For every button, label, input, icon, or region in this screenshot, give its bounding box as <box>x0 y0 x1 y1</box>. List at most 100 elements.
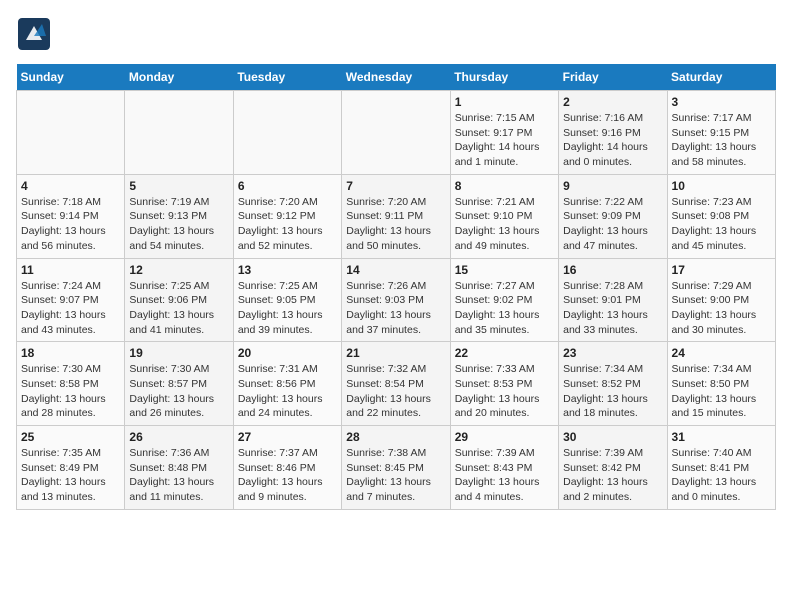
day-number: 29 <box>455 430 554 444</box>
calendar-cell: 12 Sunrise: 7:25 AM Sunset: 9:06 PM Dayli… <box>125 258 233 342</box>
day-info: Sunrise: 7:20 AM Sunset: 9:11 PM Dayligh… <box>346 195 445 254</box>
day-number: 2 <box>563 95 662 109</box>
calendar-table: SundayMondayTuesdayWednesdayThursdayFrid… <box>16 64 776 510</box>
calendar-cell: 5Sunrise: 7:19 AM Sunset: 9:13 PM Daylig… <box>125 174 233 258</box>
day-info: Sunrise: 7:25 AM Sunset: 9:06 PM Dayligh… <box>129 279 228 338</box>
day-info: Sunrise: 7:35 AM Sunset: 8:49 PM Dayligh… <box>21 446 120 505</box>
day-info: Sunrise: 7:28 AM Sunset: 9:01 PM Dayligh… <box>563 279 662 338</box>
calendar-cell: 25Sunrise: 7:35 AM Sunset: 8:49 PM Dayli… <box>17 426 125 510</box>
logo-icon <box>16 16 52 52</box>
week-row-5: 25Sunrise: 7:35 AM Sunset: 8:49 PM Dayli… <box>17 426 776 510</box>
calendar-cell: 7 Sunrise: 7:20 AM Sunset: 9:11 PM Daylig… <box>342 174 450 258</box>
calendar-cell: 27Sunrise: 7:37 AM Sunset: 8:46 PM Dayli… <box>233 426 341 510</box>
day-number: 7 <box>346 179 445 193</box>
day-number: 1 <box>455 95 554 109</box>
calendar-cell: 13 Sunrise: 7:25 AM Sunset: 9:05 PM Dayli… <box>233 258 341 342</box>
day-number: 27 <box>238 430 337 444</box>
calendar-cell: 2Sunrise: 7:16 AM Sunset: 9:16 PM Daylig… <box>559 91 667 175</box>
day-info: Sunrise: 7:32 AM Sunset: 8:54 PM Dayligh… <box>346 362 445 421</box>
day-number: 13 <box>238 263 337 277</box>
day-info: Sunrise: 7:30 AM Sunset: 8:57 PM Dayligh… <box>129 362 228 421</box>
day-number: 5 <box>129 179 228 193</box>
calendar-cell: 28 Sunrise: 7:38 AM Sunset: 8:45 PM Dayli… <box>342 426 450 510</box>
day-info: Sunrise: 7:26 AM Sunset: 9:03 PM Dayligh… <box>346 279 445 338</box>
calendar-cell: 4 Sunrise: 7:18 AM Sunset: 9:14 PM Daylig… <box>17 174 125 258</box>
calendar-cell: 19 Sunrise: 7:30 AM Sunset: 8:57 PM Dayli… <box>125 342 233 426</box>
day-info: Sunrise: 7:39 AM Sunset: 8:43 PM Dayligh… <box>455 446 554 505</box>
calendar-cell: 21Sunrise: 7:32 AM Sunset: 8:54 PM Dayli… <box>342 342 450 426</box>
day-number: 4 <box>21 179 120 193</box>
day-number: 3 <box>672 95 771 109</box>
calendar-cell: 22 Sunrise: 7:33 AM Sunset: 8:53 PM Dayli… <box>450 342 558 426</box>
calendar-cell: 8 Sunrise: 7:21 AM Sunset: 9:10 PM Daylig… <box>450 174 558 258</box>
day-number: 30 <box>563 430 662 444</box>
day-info: Sunrise: 7:18 AM Sunset: 9:14 PM Dayligh… <box>21 195 120 254</box>
day-number: 9 <box>563 179 662 193</box>
day-info: Sunrise: 7:21 AM Sunset: 9:10 PM Dayligh… <box>455 195 554 254</box>
day-number: 26 <box>129 430 228 444</box>
weekday-header-sunday: Sunday <box>17 64 125 91</box>
calendar-cell: 18 Sunrise: 7:30 AM Sunset: 8:58 PM Dayli… <box>17 342 125 426</box>
day-info: Sunrise: 7:34 AM Sunset: 8:52 PM Dayligh… <box>563 362 662 421</box>
day-info: Sunrise: 7:31 AM Sunset: 8:56 PM Dayligh… <box>238 362 337 421</box>
week-row-2: 4 Sunrise: 7:18 AM Sunset: 9:14 PM Daylig… <box>17 174 776 258</box>
day-number: 19 <box>129 346 228 360</box>
calendar-cell: 16 Sunrise: 7:28 AM Sunset: 9:01 PM Dayli… <box>559 258 667 342</box>
calendar-cell: 9 Sunrise: 7:22 AM Sunset: 9:09 PM Daylig… <box>559 174 667 258</box>
day-number: 6 <box>238 179 337 193</box>
calendar-cell: 11 Sunrise: 7:24 AM Sunset: 9:07 PM Dayli… <box>17 258 125 342</box>
day-number: 24 <box>672 346 771 360</box>
calendar-cell <box>17 91 125 175</box>
day-number: 28 <box>346 430 445 444</box>
day-info: Sunrise: 7:39 AM Sunset: 8:42 PM Dayligh… <box>563 446 662 505</box>
day-info: Sunrise: 7:30 AM Sunset: 8:58 PM Dayligh… <box>21 362 120 421</box>
day-info: Sunrise: 7:29 AM Sunset: 9:00 PM Dayligh… <box>672 279 771 338</box>
day-info: Sunrise: 7:22 AM Sunset: 9:09 PM Dayligh… <box>563 195 662 254</box>
calendar-cell: 24Sunrise: 7:34 AM Sunset: 8:50 PM Dayli… <box>667 342 775 426</box>
day-info: Sunrise: 7:27 AM Sunset: 9:02 PM Dayligh… <box>455 279 554 338</box>
calendar-cell: 26Sunrise: 7:36 AM Sunset: 8:48 PM Dayli… <box>125 426 233 510</box>
day-number: 8 <box>455 179 554 193</box>
calendar-cell <box>233 91 341 175</box>
day-number: 14 <box>346 263 445 277</box>
day-number: 18 <box>21 346 120 360</box>
weekday-header-wednesday: Wednesday <box>342 64 450 91</box>
calendar-cell: 3 Sunrise: 7:17 AM Sunset: 9:15 PM Daylig… <box>667 91 775 175</box>
calendar-cell: 23 Sunrise: 7:34 AM Sunset: 8:52 PM Dayli… <box>559 342 667 426</box>
day-number: 12 <box>129 263 228 277</box>
calendar-cell: 17Sunrise: 7:29 AM Sunset: 9:00 PM Dayli… <box>667 258 775 342</box>
day-number: 20 <box>238 346 337 360</box>
calendar-cell: 14 Sunrise: 7:26 AM Sunset: 9:03 PM Dayli… <box>342 258 450 342</box>
day-info: Sunrise: 7:17 AM Sunset: 9:15 PM Dayligh… <box>672 111 771 170</box>
day-number: 23 <box>563 346 662 360</box>
day-number: 11 <box>21 263 120 277</box>
week-row-1: 1 Sunrise: 7:15 AM Sunset: 9:17 PM Daylig… <box>17 91 776 175</box>
calendar-cell: 15Sunrise: 7:27 AM Sunset: 9:02 PM Dayli… <box>450 258 558 342</box>
day-number: 10 <box>672 179 771 193</box>
calendar-cell: 1 Sunrise: 7:15 AM Sunset: 9:17 PM Daylig… <box>450 91 558 175</box>
day-info: Sunrise: 7:38 AM Sunset: 8:45 PM Dayligh… <box>346 446 445 505</box>
day-info: Sunrise: 7:33 AM Sunset: 8:53 PM Dayligh… <box>455 362 554 421</box>
weekday-header-thursday: Thursday <box>450 64 558 91</box>
weekday-header-row: SundayMondayTuesdayWednesdayThursdayFrid… <box>17 64 776 91</box>
calendar-cell: 6 Sunrise: 7:20 AM Sunset: 9:12 PM Daylig… <box>233 174 341 258</box>
day-info: Sunrise: 7:24 AM Sunset: 9:07 PM Dayligh… <box>21 279 120 338</box>
day-info: Sunrise: 7:20 AM Sunset: 9:12 PM Dayligh… <box>238 195 337 254</box>
day-info: Sunrise: 7:15 AM Sunset: 9:17 PM Dayligh… <box>455 111 554 170</box>
calendar-cell: 31 Sunrise: 7:40 AM Sunset: 8:41 PM Dayli… <box>667 426 775 510</box>
week-row-4: 18 Sunrise: 7:30 AM Sunset: 8:58 PM Dayli… <box>17 342 776 426</box>
weekday-header-friday: Friday <box>559 64 667 91</box>
calendar-cell: 10 Sunrise: 7:23 AM Sunset: 9:08 PM Dayli… <box>667 174 775 258</box>
day-number: 16 <box>563 263 662 277</box>
day-info: Sunrise: 7:25 AM Sunset: 9:05 PM Dayligh… <box>238 279 337 338</box>
day-number: 22 <box>455 346 554 360</box>
day-info: Sunrise: 7:23 AM Sunset: 9:08 PM Dayligh… <box>672 195 771 254</box>
day-info: Sunrise: 7:40 AM Sunset: 8:41 PM Dayligh… <box>672 446 771 505</box>
header <box>16 16 776 52</box>
calendar-cell <box>125 91 233 175</box>
weekday-header-tuesday: Tuesday <box>233 64 341 91</box>
day-number: 31 <box>672 430 771 444</box>
week-row-3: 11 Sunrise: 7:24 AM Sunset: 9:07 PM Dayli… <box>17 258 776 342</box>
weekday-header-monday: Monday <box>125 64 233 91</box>
calendar-cell <box>342 91 450 175</box>
